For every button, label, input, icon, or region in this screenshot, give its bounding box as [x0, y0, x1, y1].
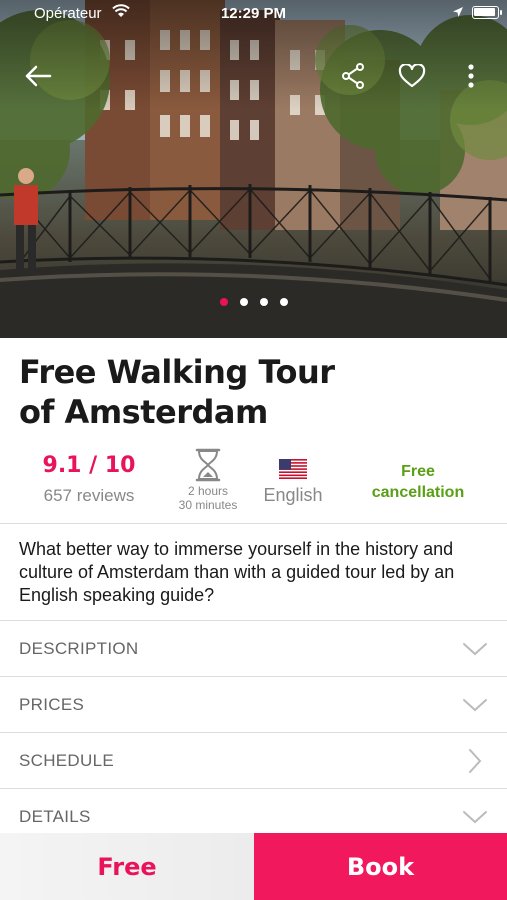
booking-bar: Free Book — [0, 833, 507, 900]
price-label: Free — [0, 833, 254, 900]
tour-summary: What better way to immerse yourself in t… — [19, 539, 455, 605]
language-block: English — [255, 459, 331, 506]
carousel-indicator[interactable] — [0, 298, 507, 306]
chevron-down-icon — [462, 692, 488, 718]
share-icon — [342, 63, 364, 89]
reviews-count[interactable]: 657 reviews — [34, 486, 144, 506]
location-icon — [452, 5, 464, 22]
cancellation-line1: Free — [401, 463, 435, 480]
hero-photo — [0, 0, 507, 338]
carousel-dot[interactable] — [219, 298, 228, 306]
duration-line2: 30 minutes — [178, 498, 238, 512]
duration-line1: 2 hours — [187, 484, 229, 498]
tour-stats: 9.1 / 10 657 reviews 2 hours 30 minutes … — [0, 445, 507, 523]
back-button[interactable] — [22, 60, 54, 92]
duration-block: 2 hours 30 minutes — [168, 448, 248, 512]
rating-block[interactable]: 9.1 / 10 657 reviews — [34, 453, 144, 506]
tour-title: Free Walking Tour of Amsterdam — [19, 352, 359, 432]
free-cancellation-badge: Free cancellation — [355, 461, 481, 503]
chevron-down-icon — [462, 636, 488, 662]
carousel-dot[interactable] — [239, 298, 248, 306]
divider — [0, 523, 507, 524]
carousel-dot[interactable] — [259, 298, 268, 306]
section-label: DETAILS — [19, 806, 91, 826]
language-label: English — [263, 485, 323, 505]
chevron-down-icon — [462, 804, 488, 830]
section-description[interactable]: DESCRIPTION — [0, 620, 507, 676]
battery-icon — [472, 6, 502, 19]
us-flag-icon — [279, 459, 307, 479]
cancellation-line2: cancellation — [371, 484, 465, 501]
section-schedule[interactable]: SCHEDULE — [0, 732, 507, 788]
status-bar: Opérateur 12:29 PM — [0, 0, 507, 28]
tour-title-line2: of Amsterdam — [19, 393, 268, 431]
more-vertical-icon — [468, 64, 474, 88]
hourglass-icon — [195, 448, 221, 482]
hero-image[interactable]: Opérateur 12:29 PM — [0, 0, 507, 338]
duration-text: 2 hours 30 minutes — [168, 484, 248, 512]
section-prices[interactable]: PRICES — [0, 676, 507, 732]
heart-icon — [398, 64, 426, 88]
section-label: PRICES — [19, 694, 85, 714]
tour-title-line1: Free Walking Tour — [19, 353, 335, 391]
carousel-dot[interactable] — [279, 298, 288, 306]
chevron-right-icon — [462, 748, 488, 774]
share-button[interactable] — [337, 60, 369, 92]
status-time: 12:29 PM — [220, 5, 287, 22]
favorite-button[interactable] — [396, 60, 428, 92]
more-options-button[interactable] — [455, 60, 487, 92]
book-button[interactable]: Book — [254, 833, 507, 900]
section-label: SCHEDULE — [19, 750, 114, 770]
section-label: DESCRIPTION — [19, 638, 139, 658]
rating-score: 9.1 / 10 — [42, 453, 136, 478]
arrow-left-icon — [25, 65, 52, 87]
